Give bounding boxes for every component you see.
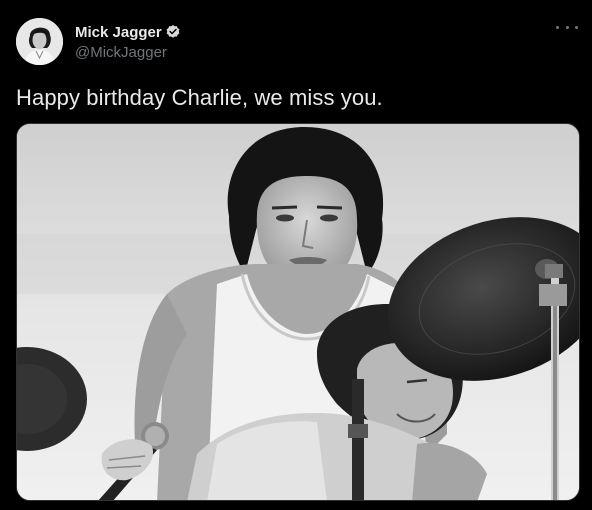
tweet-header: Mick Jagger @MickJagger (16, 18, 181, 65)
tweet-text: Happy birthday Charlie, we miss you. (16, 85, 383, 110)
name-row: Mick Jagger (75, 22, 181, 42)
display-name[interactable]: Mick Jagger (75, 24, 162, 41)
handle[interactable]: @MickJagger (75, 44, 181, 61)
avatar[interactable] (16, 18, 63, 65)
photo-image (17, 124, 579, 500)
verified-badge-icon (166, 25, 180, 38)
tweet-photo[interactable] (16, 123, 580, 501)
more-options-icon[interactable] (556, 20, 578, 34)
avatar-photo (16, 18, 63, 65)
author-names: Mick Jagger @MickJagger (75, 22, 181, 61)
tweet: Mick Jagger @MickJagger Happy birthday C… (0, 0, 592, 510)
